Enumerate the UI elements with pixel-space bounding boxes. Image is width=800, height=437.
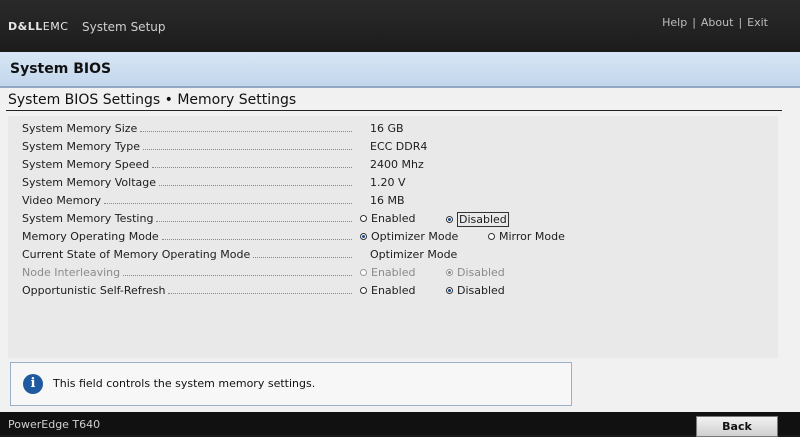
setting-label: System Memory Size: [22, 122, 138, 135]
radio-selected-icon: [360, 233, 367, 240]
setting-label: Video Memory: [22, 194, 102, 207]
radio-label: Optimizer Mode: [371, 230, 459, 243]
main-content: System BIOS System BIOS Settings • Memor…: [0, 52, 800, 412]
setting-row-memory-testing: System Memory Testing Enabled Disabled: [22, 210, 772, 228]
setting-row-memory-speed: System Memory Speed 2400 Mhz: [22, 156, 772, 174]
radio-label: Disabled: [457, 266, 505, 279]
page-title: System BIOS Settings • Memory Settings: [8, 92, 297, 108]
node-interleaving-enabled-radio: Enabled: [360, 266, 415, 279]
dot-leader: [159, 185, 352, 186]
optimizer-mode-radio[interactable]: Optimizer Mode: [360, 230, 458, 243]
setting-label: Current State of Memory Operating Mode: [22, 248, 251, 261]
link-separator: |: [738, 16, 743, 29]
self-refresh-enabled-radio[interactable]: Enabled: [360, 284, 415, 297]
radio-unselected-icon: [360, 269, 367, 276]
top-bar: D&LLEMC System Setup Help | About | Exit: [0, 0, 800, 52]
radio-label: Disabled: [457, 284, 505, 297]
exit-link[interactable]: Exit: [747, 16, 768, 29]
setting-value: 2400 Mhz: [370, 158, 424, 171]
mirror-mode-radio[interactable]: Mirror Mode: [488, 230, 565, 243]
radio-label: Enabled: [371, 284, 416, 297]
setting-value: ECC DDR4: [370, 140, 428, 153]
dell-emc-logo: D&LLEMC: [8, 20, 68, 33]
radio-label: Enabled: [371, 212, 416, 225]
radio-unselected-icon: [360, 287, 367, 294]
setting-label: System Memory Speed: [22, 158, 150, 171]
setting-row-memory-type: System Memory Type ECC DDR4: [22, 138, 772, 156]
setting-row-video-memory: Video Memory 16 MB: [22, 192, 772, 210]
info-icon: i: [23, 374, 43, 394]
help-link[interactable]: Help: [662, 16, 687, 29]
help-text: This field controls the system memory se…: [53, 377, 316, 390]
dot-leader: [168, 293, 352, 294]
radio-selected-icon: [446, 216, 453, 223]
setting-row-memory-voltage: System Memory Voltage 1.20 V: [22, 174, 772, 192]
setting-label: Opportunistic Self-Refresh: [22, 284, 166, 297]
dot-leader: [156, 221, 352, 222]
logo-light-text: EMC: [42, 20, 69, 33]
memory-testing-disabled-radio[interactable]: Disabled: [446, 212, 509, 227]
radio-unselected-icon: [360, 215, 367, 222]
setting-label: Node Interleaving: [22, 266, 121, 279]
dot-leader: [161, 239, 352, 240]
server-model: PowerEdge T640: [8, 418, 101, 431]
help-panel: i This field controls the system memory …: [10, 362, 572, 406]
bottom-bar: PowerEdge T640 Back: [0, 412, 800, 437]
section-title: System BIOS: [10, 61, 112, 77]
logo-main-text: D&LL: [8, 20, 43, 33]
radio-selected-icon: [446, 269, 453, 276]
back-button[interactable]: Back: [696, 416, 778, 437]
top-links: Help | About | Exit: [662, 16, 768, 29]
setting-label: System Memory Type: [22, 140, 141, 153]
dot-leader: [152, 167, 352, 168]
setting-row-self-refresh: Opportunistic Self-Refresh Enabled Disab…: [22, 282, 772, 300]
setting-row-current-operating-mode: Current State of Memory Operating Mode O…: [22, 246, 772, 264]
about-link[interactable]: About: [701, 16, 734, 29]
setting-value: 16 GB: [370, 122, 404, 135]
radio-label: Enabled: [371, 266, 416, 279]
setting-row-node-interleaving: Node Interleaving Enabled Disabled: [22, 264, 772, 282]
section-header: System BIOS: [0, 52, 800, 88]
setting-label: System Memory Voltage: [22, 176, 157, 189]
link-separator: |: [692, 16, 696, 29]
radio-label: Mirror Mode: [499, 230, 565, 243]
radio-selected-icon: [446, 287, 453, 294]
setting-value: 16 MB: [370, 194, 405, 207]
radio-label: Disabled: [457, 212, 509, 227]
app-title: System Setup: [82, 20, 166, 34]
memory-testing-enabled-radio[interactable]: Enabled: [360, 212, 415, 225]
setting-row-memory-size: System Memory Size 16 GB: [22, 120, 772, 138]
dot-leader: [140, 131, 352, 132]
node-interleaving-disabled-radio: Disabled: [446, 266, 505, 279]
setting-label: Memory Operating Mode: [22, 230, 159, 243]
dot-leader: [123, 275, 352, 276]
title-divider: [6, 110, 782, 111]
setting-row-memory-operating-mode: Memory Operating Mode Optimizer Mode Mir…: [22, 228, 772, 246]
radio-unselected-icon: [488, 233, 495, 240]
setting-value: 1.20 V: [370, 176, 406, 189]
dot-leader: [253, 257, 352, 258]
self-refresh-disabled-radio[interactable]: Disabled: [446, 284, 505, 297]
settings-form: System Memory Size 16 GB System Memory T…: [8, 116, 778, 358]
dot-leader: [143, 149, 352, 150]
dot-leader: [104, 203, 352, 204]
setting-label: System Memory Testing: [22, 212, 154, 225]
setting-value: Optimizer Mode: [370, 248, 458, 261]
